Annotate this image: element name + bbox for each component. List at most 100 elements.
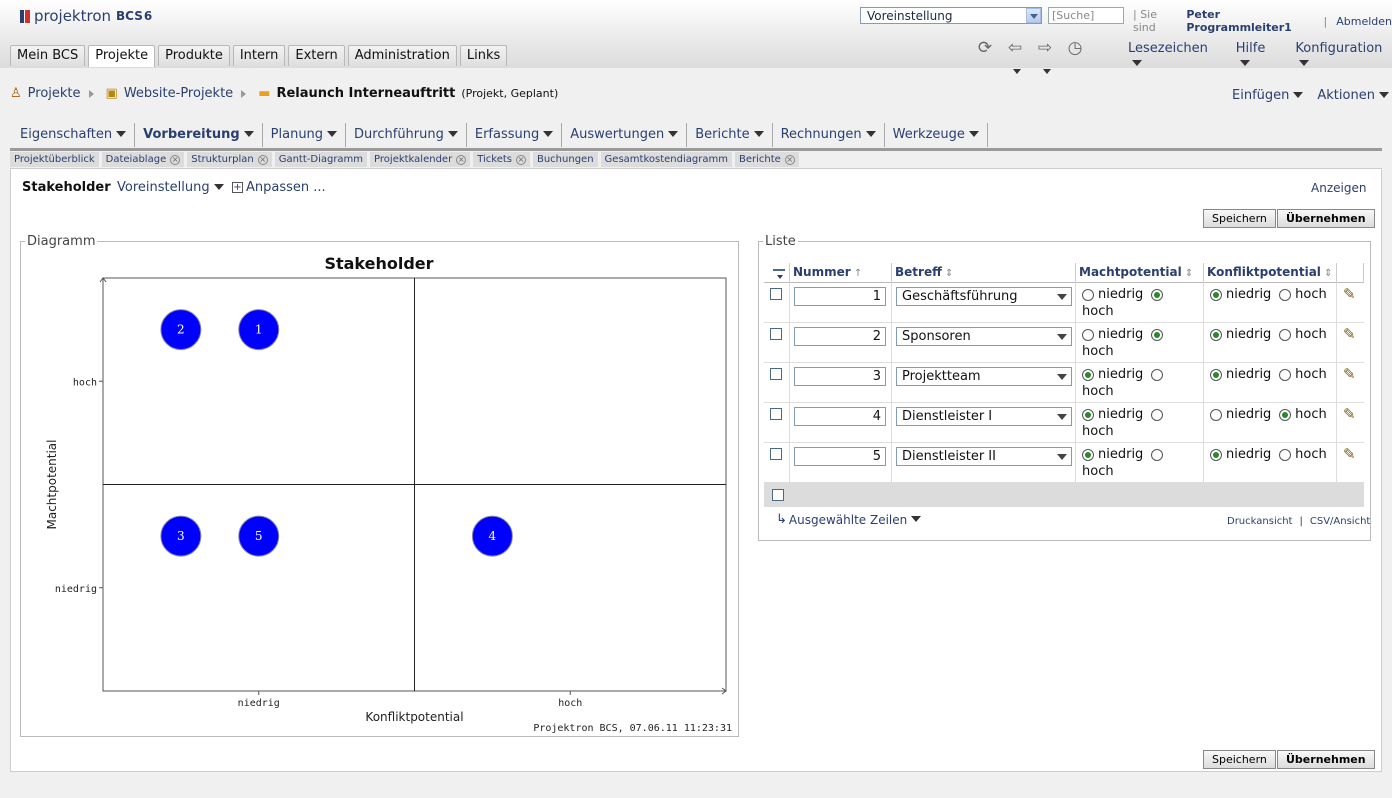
macht-radio-low[interactable] [1082, 448, 1094, 461]
tab-projekte[interactable]: Projekte [88, 45, 156, 67]
betreff-select[interactable]: Dienstleister II [896, 447, 1072, 466]
nummer-input[interactable]: 4 [794, 407, 886, 426]
new-row-checkbox[interactable] [772, 489, 784, 501]
edit-icon[interactable]: ✎ [1343, 325, 1356, 343]
close-icon[interactable]: × [456, 154, 467, 165]
edit-icon[interactable]: ✎ [1343, 285, 1356, 303]
macht-radio-high[interactable] [1151, 448, 1164, 461]
subnav-planung[interactable]: Planung [263, 123, 347, 147]
nummer-input[interactable]: 1 [794, 287, 886, 306]
user-name[interactable]: Peter Programmleiter1 [1186, 8, 1312, 34]
tab-mein-bcs[interactable]: Mein BCS [10, 45, 86, 66]
tab-links[interactable]: Links [459, 45, 508, 66]
menu-lesezeichen[interactable]: Lesezeichen [1128, 41, 1218, 71]
konflikt-radio-low[interactable] [1210, 288, 1222, 301]
macht-radio-high[interactable] [1151, 408, 1164, 421]
subnav-vorbereitung[interactable]: Vorbereitung [135, 123, 263, 147]
edit-icon[interactable]: ✎ [1343, 365, 1356, 383]
sort-icon[interactable]: ⇕ [1321, 268, 1332, 279]
nummer-input[interactable]: 5 [794, 447, 886, 466]
view-select[interactable]: Voreinstellung [860, 7, 1042, 24]
macht-radio-high[interactable] [1151, 288, 1164, 301]
apply-button-bottom[interactable]: Übernehmen [1277, 750, 1375, 769]
konflikt-radio-high[interactable] [1279, 328, 1292, 341]
logout-link[interactable]: Abmelden [1336, 15, 1392, 28]
macht-radio-high[interactable] [1151, 328, 1164, 341]
customize-link[interactable]: + Anpassen ... [232, 180, 326, 195]
subnav-eigenschaften[interactable]: Eigenschaften [12, 123, 136, 147]
tab-extern[interactable]: Extern [288, 45, 345, 66]
app-logo[interactable]: projektron BCS 6 [20, 7, 152, 25]
col-betreff[interactable]: Betreff ⇕ [892, 263, 1076, 283]
actions-menu[interactable]: Aktionen [1317, 88, 1389, 103]
quick-tab[interactable]: Buchungen [532, 152, 598, 167]
quick-tab[interactable]: Dateiablage × [101, 152, 185, 167]
quick-tab[interactable]: Berichte × [734, 152, 799, 167]
search-input[interactable]: [Suche] [1048, 7, 1124, 24]
select-all-icon[interactable] [773, 269, 785, 280]
konflikt-radio-high[interactable] [1279, 368, 1292, 381]
betreff-select[interactable]: Sponsoren [896, 327, 1072, 346]
breadcrumb-website-projekte[interactable]: Website-Projekte [124, 86, 233, 101]
quick-tab[interactable]: Gantt-Diagramm [274, 152, 368, 167]
quick-tab[interactable]: Gesamtkostendiagramm [600, 152, 732, 167]
konflikt-radio-high[interactable] [1279, 448, 1292, 461]
view-dropdown[interactable]: Voreinstellung [117, 180, 224, 195]
macht-radio-low[interactable] [1082, 328, 1094, 341]
sort-icon[interactable]: ↑ [851, 268, 862, 279]
close-icon[interactable]: × [257, 154, 268, 165]
tab-produkte[interactable]: Produkte [158, 45, 230, 66]
print-view-link[interactable]: Druckansicht [1227, 516, 1292, 527]
save-button-top[interactable]: Speichern [1203, 209, 1276, 228]
konflikt-radio-low[interactable] [1210, 408, 1222, 421]
row-checkbox[interactable] [770, 448, 782, 460]
row-checkbox[interactable] [770, 328, 782, 340]
macht-radio-high[interactable] [1151, 368, 1164, 381]
betreff-select[interactable]: Dienstleister I [896, 407, 1072, 426]
quick-tab[interactable]: Strukturplan × [187, 152, 272, 167]
subnav-durchfuehrung[interactable]: Durchführung [346, 123, 467, 147]
konflikt-radio-low[interactable] [1210, 368, 1222, 381]
save-button-bottom[interactable]: Speichern [1203, 750, 1276, 769]
col-nummer[interactable]: Nummer ↑ [790, 263, 892, 283]
betreff-select[interactable]: Geschäftsführung [896, 287, 1072, 306]
breadcrumb-projekte[interactable]: Projekte [28, 86, 81, 101]
subnav-berichte[interactable]: Berichte [687, 123, 773, 147]
macht-radio-low[interactable] [1082, 368, 1094, 381]
row-checkbox[interactable] [770, 288, 782, 300]
quick-tab[interactable]: Tickets × [473, 152, 530, 167]
history-clear-icon[interactable]: ◷ [1062, 36, 1088, 60]
edit-icon[interactable]: ✎ [1343, 445, 1356, 463]
close-icon[interactable]: × [170, 154, 181, 165]
konflikt-radio-low[interactable] [1210, 328, 1222, 341]
apply-button-top[interactable]: Übernehmen [1277, 209, 1375, 228]
csv-view-link[interactable]: CSV/Ansicht [1310, 516, 1370, 527]
row-checkbox[interactable] [770, 368, 782, 380]
show-link[interactable]: Anzeigen [1311, 181, 1366, 195]
betreff-select[interactable]: Projektteam [896, 367, 1072, 386]
tab-administration[interactable]: Administration [347, 45, 457, 66]
refresh-icon[interactable]: ⟳ [972, 36, 998, 60]
nummer-input[interactable]: 3 [794, 367, 886, 386]
konflikt-radio-low[interactable] [1210, 448, 1222, 461]
menu-konfiguration[interactable]: Konfiguration [1295, 41, 1392, 71]
macht-radio-low[interactable] [1082, 408, 1094, 421]
subnav-auswertungen[interactable]: Auswertungen [562, 123, 688, 147]
edit-icon[interactable]: ✎ [1343, 405, 1356, 423]
col-konfliktpotential[interactable]: Konfliktpotential ⇕ [1204, 263, 1337, 283]
nummer-input[interactable]: 2 [794, 327, 886, 346]
selected-rows-menu[interactable]: ↳ Ausgewählte Zeilen [776, 512, 922, 527]
subnav-werkzeuge[interactable]: Werkzeuge [885, 123, 988, 147]
konflikt-radio-high[interactable] [1279, 408, 1292, 421]
close-icon[interactable]: × [515, 154, 526, 165]
forward-icon[interactable]: ⇨ [1032, 36, 1058, 74]
macht-radio-low[interactable] [1082, 288, 1094, 301]
row-checkbox[interactable] [770, 408, 782, 420]
back-icon[interactable]: ⇦ [1002, 36, 1028, 74]
quick-tab[interactable]: Projektkalender × [370, 152, 471, 167]
subnav-erfassung[interactable]: Erfassung [467, 123, 563, 147]
tab-intern[interactable]: Intern [232, 45, 286, 66]
insert-menu[interactable]: Einfügen [1232, 88, 1304, 103]
col-machtpotential[interactable]: Machtpotential ⇕ [1076, 263, 1204, 283]
sort-icon[interactable]: ⇕ [1182, 268, 1193, 279]
